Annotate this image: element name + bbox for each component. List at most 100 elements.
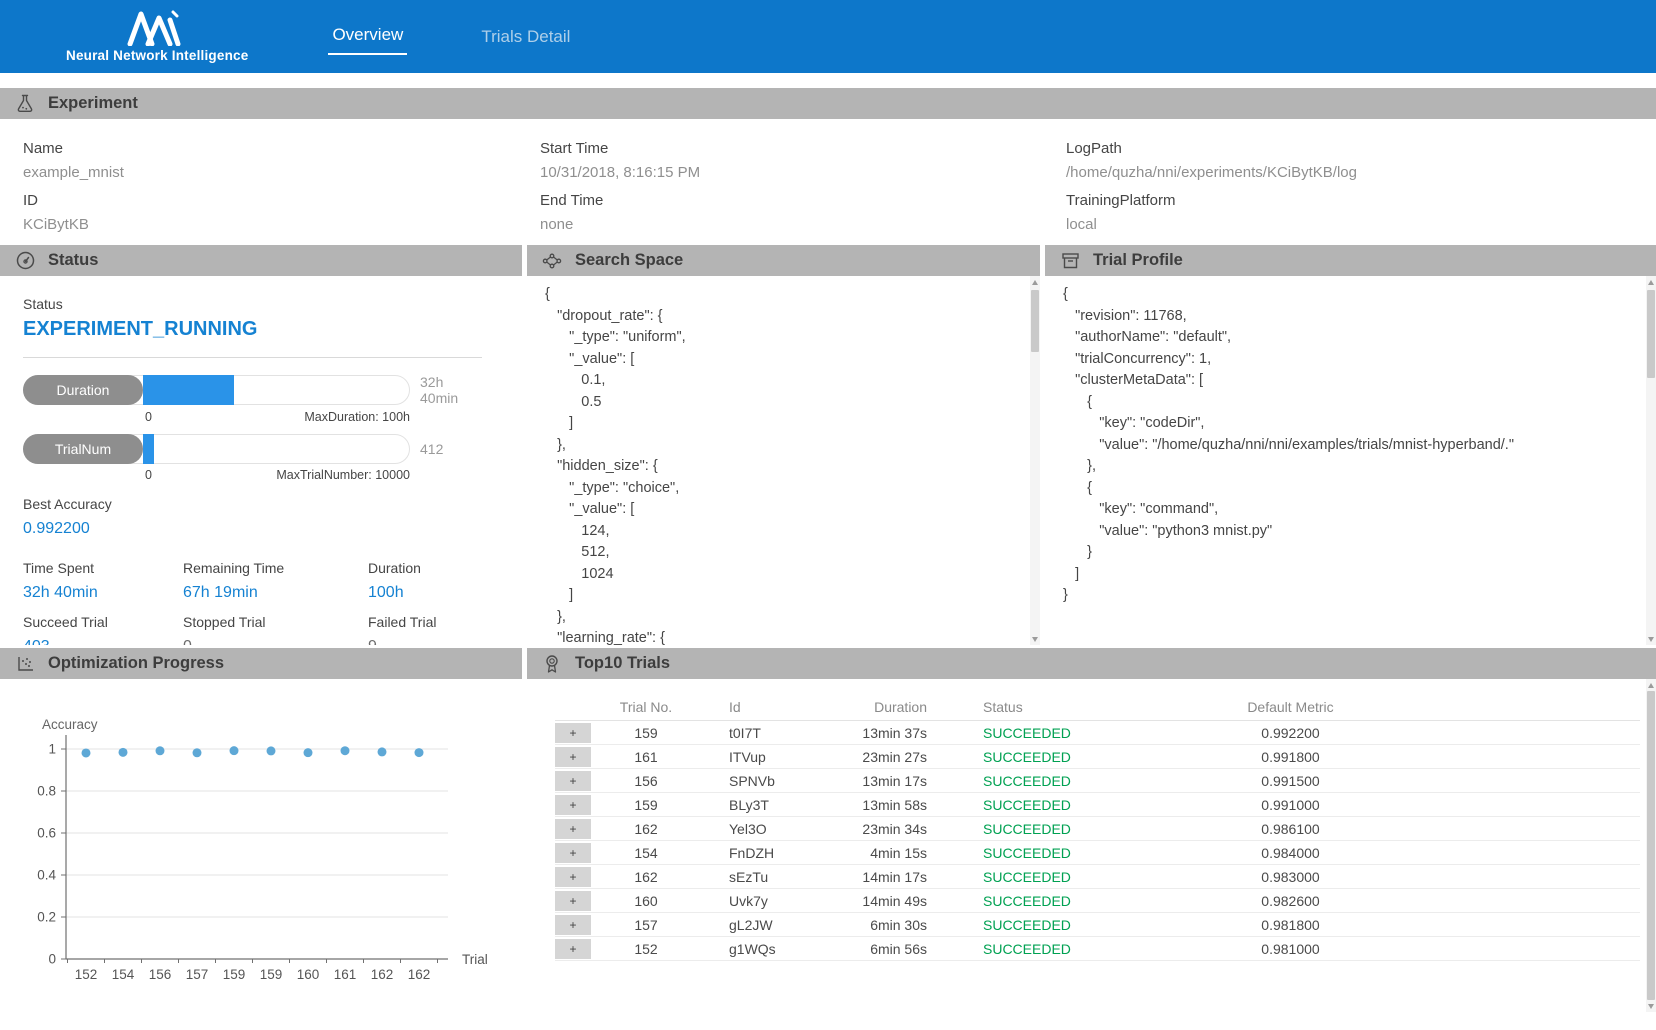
svg-text:152: 152 bbox=[75, 967, 98, 982]
stat-label: Stopped Trial bbox=[183, 614, 368, 630]
scrollbar[interactable] bbox=[1030, 276, 1040, 645]
expand-cell: + bbox=[555, 771, 591, 791]
cell-id: sEzTu bbox=[701, 869, 811, 885]
json-line: }, bbox=[545, 435, 1022, 457]
expand-row-button[interactable]: + bbox=[555, 747, 591, 767]
scatter-point[interactable] bbox=[304, 748, 313, 757]
scrollbar[interactable] bbox=[1646, 679, 1656, 1012]
cell-default-metric: 0.992200 bbox=[1111, 725, 1640, 741]
stat-value: 67h 19min bbox=[183, 584, 368, 602]
scroll-track[interactable] bbox=[1030, 288, 1040, 633]
expand-row-button[interactable]: + bbox=[555, 939, 591, 959]
json-line: "_type": "uniform", bbox=[545, 327, 1022, 349]
scroll-down-icon[interactable] bbox=[1646, 633, 1656, 645]
cell-id: BLy3T bbox=[701, 797, 811, 813]
cell-default-metric: 0.981800 bbox=[1111, 917, 1640, 933]
expand-cell: + bbox=[555, 915, 591, 935]
json-line: ] bbox=[545, 413, 1022, 435]
svg-text:1: 1 bbox=[48, 742, 56, 757]
scatter-point[interactable] bbox=[415, 748, 424, 757]
progress-bar-row: Duration32h 40min bbox=[23, 374, 482, 406]
scatter-point[interactable] bbox=[193, 748, 202, 757]
json-line: ] bbox=[545, 585, 1022, 607]
archive-box-icon bbox=[1060, 251, 1080, 271]
scroll-up-icon[interactable] bbox=[1030, 276, 1040, 288]
json-line: }, bbox=[545, 607, 1022, 629]
scroll-track[interactable] bbox=[1646, 691, 1656, 1000]
scatter-point[interactable] bbox=[156, 746, 165, 755]
json-line: 0.1, bbox=[545, 370, 1022, 392]
status-value: EXPERIMENT_RUNNING bbox=[23, 318, 482, 341]
trial-profile-json[interactable]: { "revision": 11768, "authorName": "defa… bbox=[1045, 276, 1656, 645]
cell-trial-no: 157 bbox=[591, 917, 701, 933]
progress-bar-track bbox=[131, 375, 410, 405]
medal-icon bbox=[542, 654, 562, 674]
scroll-down-icon[interactable] bbox=[1646, 1000, 1656, 1012]
cell-id: FnDZH bbox=[701, 845, 811, 861]
scatter-point[interactable] bbox=[82, 748, 91, 757]
json-line: "trialConcurrency": 1, bbox=[1063, 349, 1638, 371]
expand-row-button[interactable]: + bbox=[555, 795, 591, 815]
expand-cell: + bbox=[555, 795, 591, 815]
cell-trial-no: 162 bbox=[591, 821, 701, 837]
cell-duration: 13min 58s bbox=[811, 797, 931, 813]
expand-row-button[interactable]: + bbox=[555, 723, 591, 743]
search-space-json[interactable]: { "dropout_rate": { "_type": "uniform", … bbox=[527, 276, 1040, 645]
scroll-thumb[interactable] bbox=[1031, 290, 1039, 352]
trial-profile-panel: Trial Profile { "revision": 11768, "auth… bbox=[1045, 245, 1656, 645]
table-row: +157gL2JW6min 30sSUCCEEDED0.981800 bbox=[555, 913, 1640, 937]
json-line: 512, bbox=[545, 542, 1022, 564]
cell-default-metric: 0.982600 bbox=[1111, 893, 1640, 909]
cell-trial-no: 161 bbox=[591, 749, 701, 765]
stat-label: Remaining Time bbox=[183, 560, 368, 576]
table-row: +159t0I7T13min 37sSUCCEEDED0.992200 bbox=[555, 721, 1640, 745]
expand-row-button[interactable]: + bbox=[555, 915, 591, 935]
trial-profile-title: Trial Profile bbox=[1093, 251, 1183, 270]
tab-trials-detail[interactable]: Trials Detail bbox=[477, 21, 574, 53]
progress-bar-label: TrialNum bbox=[23, 434, 143, 464]
expand-row-button[interactable]: + bbox=[555, 843, 591, 863]
expand-cell: + bbox=[555, 723, 591, 743]
json-line: } bbox=[1063, 585, 1638, 607]
cell-status: SUCCEEDED bbox=[931, 869, 1111, 885]
field-label: LogPath bbox=[1066, 140, 1656, 157]
expand-row-button[interactable]: + bbox=[555, 819, 591, 839]
tab-overview[interactable]: Overview bbox=[328, 19, 407, 55]
field-label: Name bbox=[23, 140, 540, 157]
status-title: Status bbox=[48, 251, 98, 270]
search-space-panel: Search Space { "dropout_rate": { "_type"… bbox=[527, 245, 1040, 645]
stat-value: 403 bbox=[23, 638, 183, 645]
svg-text:0: 0 bbox=[48, 952, 56, 967]
scroll-down-icon[interactable] bbox=[1030, 633, 1040, 645]
json-line: "hidden_size": { bbox=[545, 456, 1022, 478]
field-label: ID bbox=[23, 192, 540, 209]
expand-row-button[interactable]: + bbox=[555, 867, 591, 887]
cell-id: t0I7T bbox=[701, 725, 811, 741]
optimization-title: Optimization Progress bbox=[48, 654, 224, 673]
scatter-point[interactable] bbox=[267, 746, 276, 755]
expand-cell: + bbox=[555, 891, 591, 911]
field-value: local bbox=[1066, 216, 1656, 233]
cell-trial-no: 162 bbox=[591, 869, 701, 885]
top10-title: Top10 Trials bbox=[575, 654, 670, 673]
experiment-column: Start Time10/31/2018, 8:16:15 PMEnd Time… bbox=[540, 129, 1066, 233]
stat-label: Succeed Trial bbox=[23, 614, 183, 630]
scroll-up-icon[interactable] bbox=[1646, 276, 1656, 288]
divider bbox=[23, 357, 482, 358]
svg-text:162: 162 bbox=[371, 967, 394, 982]
svg-text:0.8: 0.8 bbox=[37, 784, 56, 799]
cell-duration: 6min 56s bbox=[811, 941, 931, 957]
scatter-point[interactable] bbox=[119, 748, 128, 757]
scatter-point[interactable] bbox=[230, 746, 239, 755]
scrollbar[interactable] bbox=[1646, 276, 1656, 645]
expand-row-button[interactable]: + bbox=[555, 891, 591, 911]
scatter-point[interactable] bbox=[341, 746, 350, 755]
expand-row-button[interactable]: + bbox=[555, 771, 591, 791]
scroll-thumb[interactable] bbox=[1647, 691, 1655, 1000]
cell-trial-no: 154 bbox=[591, 845, 701, 861]
scroll-up-icon[interactable] bbox=[1646, 679, 1656, 691]
scroll-thumb[interactable] bbox=[1647, 290, 1655, 378]
accuracy-scatter-chart: Accuracy00.20.40.60.81152154156157159159… bbox=[8, 707, 520, 1007]
scroll-track[interactable] bbox=[1646, 288, 1656, 633]
scatter-point[interactable] bbox=[378, 747, 387, 756]
